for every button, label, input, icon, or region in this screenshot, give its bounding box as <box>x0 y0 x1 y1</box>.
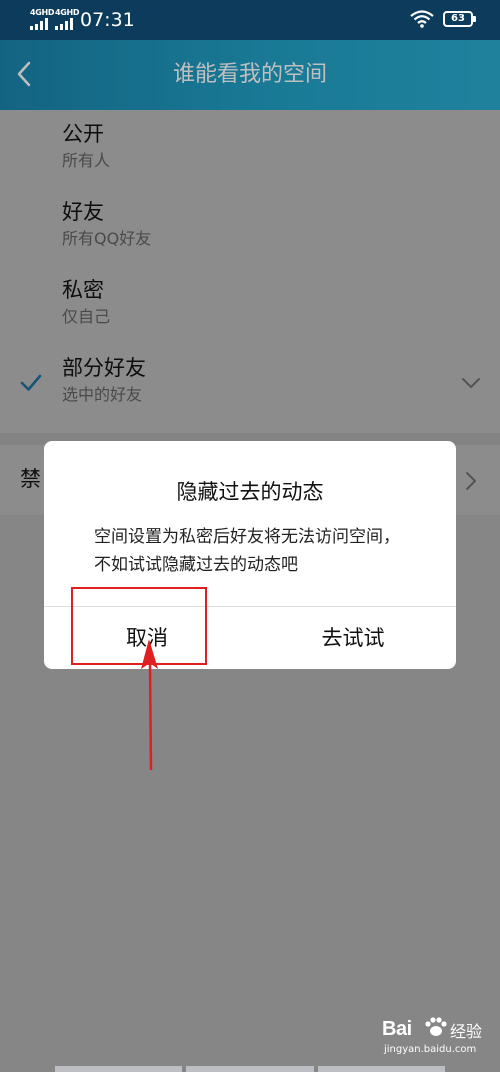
dialog-title: 隐藏过去的动态 <box>176 480 324 504</box>
paw-icon <box>425 1017 447 1036</box>
dialog-message: 空间设置为私密后好友将无法访问空间，不如试试隐藏过去的动态吧 <box>94 527 400 575</box>
watermark-logo: Bai <box>382 1018 412 1040</box>
network-type-label-2: 4GHD <box>55 8 80 17</box>
baidu-jingyan-watermark: Bai 经验 jingyan.baidu.com <box>380 1012 500 1062</box>
wifi-icon <box>410 10 434 28</box>
watermark-url: jingyan.baidu.com <box>384 1044 477 1055</box>
signal-icon: 4GHD <box>30 8 55 30</box>
bottom-tab-strip <box>55 1066 445 1072</box>
network-type-label: 4GHD <box>30 8 55 17</box>
status-time: 07:31 <box>80 9 135 31</box>
annotation-arrow-icon <box>141 639 158 771</box>
watermark-brand: 经验 <box>450 1022 483 1041</box>
try-button[interactable]: 去试试 <box>250 607 456 669</box>
battery-icon: 63 <box>443 11 476 27</box>
header-overlay <box>0 40 500 110</box>
status-bar: 4GHD 4GHD 07:31 63 <box>0 0 500 40</box>
battery-level: 63 <box>451 13 465 24</box>
signal-icon-2: 4GHD <box>55 8 80 30</box>
